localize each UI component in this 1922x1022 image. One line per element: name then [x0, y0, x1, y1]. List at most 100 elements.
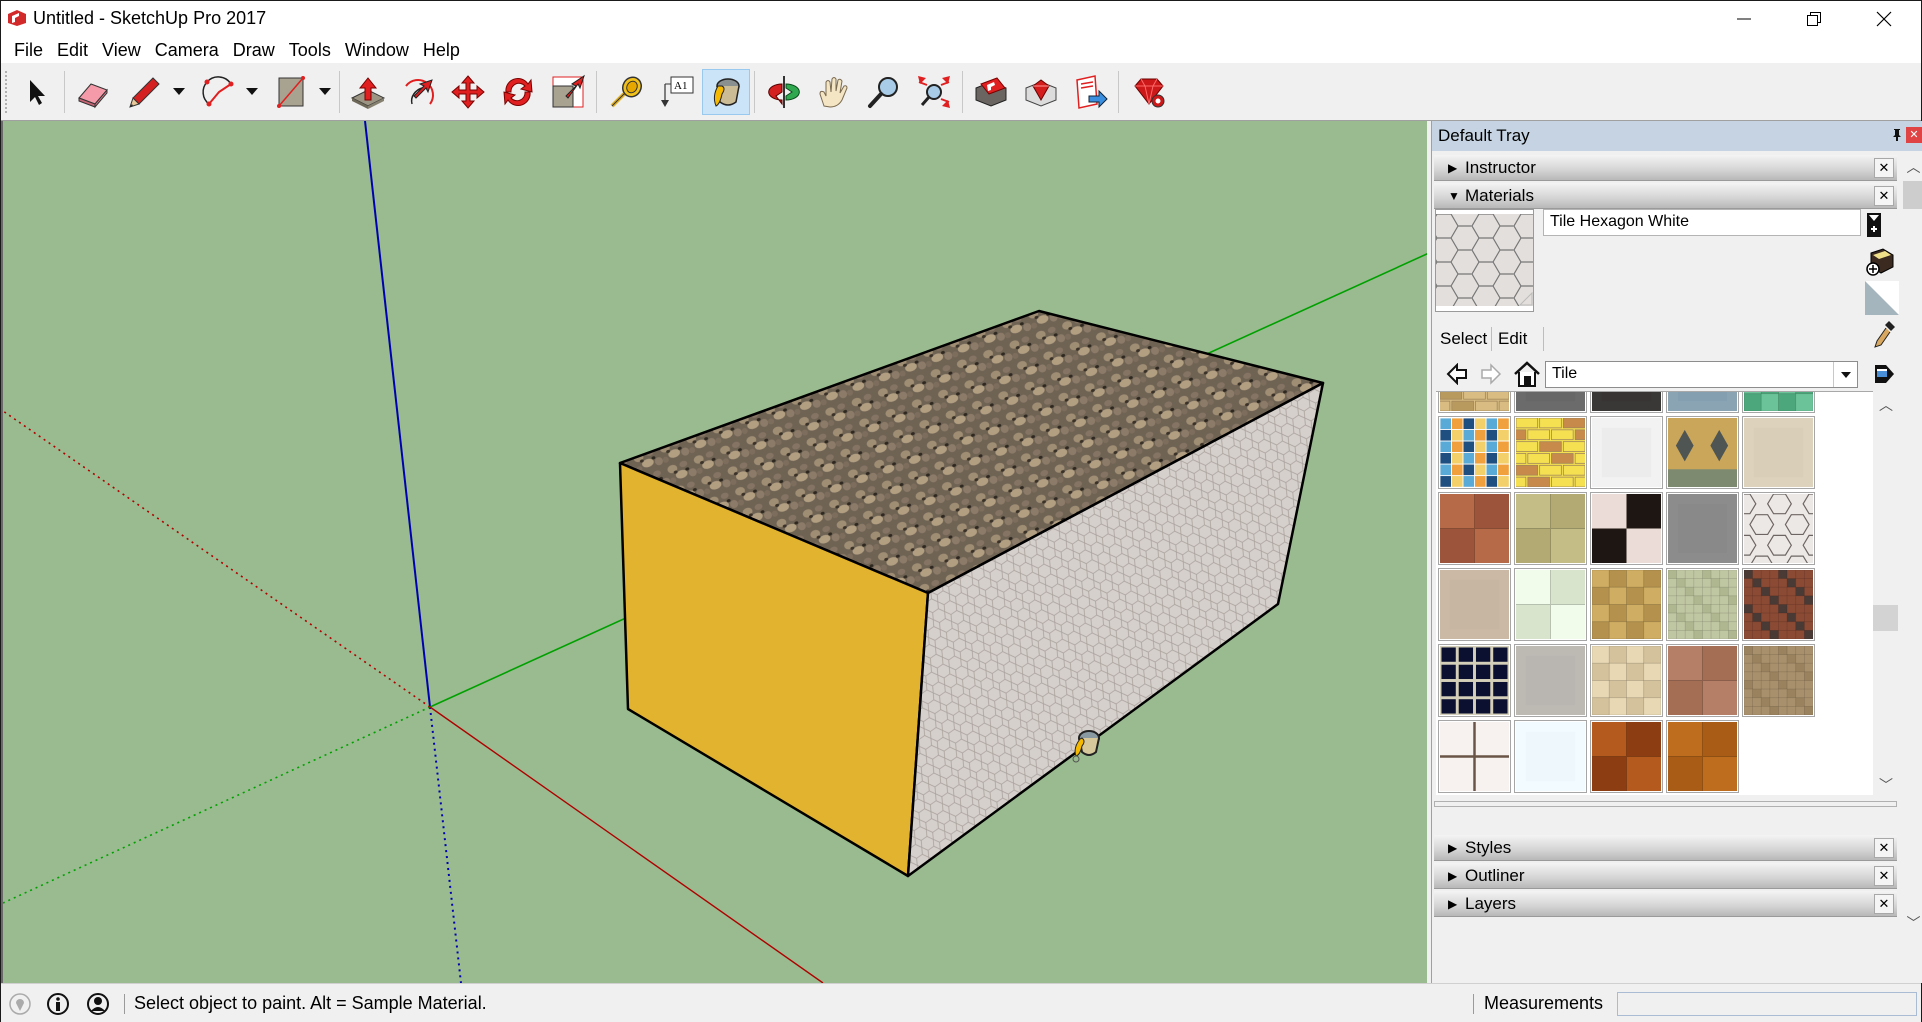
- tray-scrollbar[interactable]: ︿ ﹀: [1903, 151, 1922, 983]
- material-swatch[interactable]: [1742, 568, 1815, 641]
- panel-close-button[interactable]: ✕: [1874, 866, 1894, 886]
- swatch-scroll-thumb[interactable]: [1873, 605, 1898, 631]
- material-swatch[interactable]: [1590, 416, 1663, 489]
- material-swatch[interactable]: [1438, 416, 1511, 489]
- sample-paint-button[interactable]: [1873, 319, 1897, 354]
- material-swatch[interactable]: [1590, 720, 1663, 793]
- material-swatch[interactable]: [1666, 644, 1739, 717]
- forward-arrow-icon[interactable]: [1480, 363, 1502, 385]
- line-tool-dropdown[interactable]: [171, 69, 187, 115]
- material-swatch[interactable]: [1666, 492, 1739, 565]
- library-select[interactable]: Tile: [1545, 361, 1858, 388]
- pan-tool-button[interactable]: [810, 69, 858, 115]
- pin-icon[interactable]: [1890, 128, 1904, 142]
- extension-manager-button[interactable]: [1125, 69, 1173, 115]
- menu-tools[interactable]: Tools: [282, 37, 338, 63]
- tab-edit[interactable]: Edit: [1494, 327, 1544, 351]
- push-pull-tool-button[interactable]: [344, 69, 392, 115]
- extension-warehouse-button[interactable]: [1017, 69, 1065, 115]
- scale-tool-button[interactable]: [544, 69, 592, 115]
- orbit-tool-button[interactable]: [760, 69, 808, 115]
- back-arrow-icon[interactable]: [1446, 363, 1468, 385]
- arc-tool-button[interactable]: [195, 69, 243, 115]
- home-icon[interactable]: [1513, 360, 1541, 388]
- follow-me-tool-button[interactable]: [394, 69, 442, 115]
- material-swatch[interactable]: [1666, 416, 1739, 489]
- panel-instructor[interactable]: ▶ Instructor ✕: [1434, 155, 1897, 181]
- material-swatch[interactable]: [1514, 720, 1587, 793]
- material-swatch[interactable]: [1742, 644, 1815, 717]
- material-swatch[interactable]: [1666, 720, 1739, 793]
- scroll-down-icon[interactable]: ﹀: [1906, 916, 1921, 930]
- material-swatch[interactable]: [1503, 416, 1610, 489]
- close-window-button[interactable]: [1849, 1, 1919, 37]
- material-swatch[interactable]: [1438, 644, 1511, 717]
- move-tool-button[interactable]: [444, 69, 492, 115]
- swatch-scrollbar[interactable]: ︿ ﹀: [1873, 391, 1898, 795]
- arc-tool-dropdown[interactable]: [244, 69, 260, 115]
- panel-outliner[interactable]: ▶ Outliner ✕: [1434, 863, 1897, 889]
- paint-bucket-tool-button[interactable]: [702, 69, 750, 115]
- display-secondary-pane-button[interactable]: [1865, 213, 1895, 242]
- menu-draw[interactable]: Draw: [226, 37, 282, 63]
- zoom-tool-button[interactable]: [860, 69, 908, 115]
- material-preview-swatch[interactable]: [1435, 209, 1534, 312]
- material-swatch[interactable]: [1590, 644, 1663, 717]
- panel-close-button[interactable]: ✕: [1874, 838, 1894, 858]
- geo-location-icon[interactable]: [9, 993, 31, 1015]
- instructor-info-icon[interactable]: [47, 993, 69, 1015]
- default-material-button[interactable]: [1865, 281, 1899, 320]
- tab-select[interactable]: Select: [1436, 327, 1493, 351]
- material-name-field[interactable]: Tile Hexagon White: [1543, 209, 1861, 236]
- menu-help[interactable]: Help: [416, 37, 467, 63]
- minimize-button[interactable]: [1709, 1, 1779, 37]
- 3d-warehouse-button[interactable]: [967, 69, 1015, 115]
- material-swatch[interactable]: [1590, 492, 1663, 565]
- toolbar-grip[interactable]: [5, 71, 8, 113]
- user-account-icon[interactable]: [87, 993, 109, 1015]
- material-swatch[interactable]: [1742, 416, 1815, 489]
- material-swatch[interactable]: [1514, 568, 1587, 641]
- material-swatch[interactable]: [1438, 720, 1511, 793]
- material-swatch[interactable]: [1590, 568, 1663, 641]
- material-swatch[interactable]: [1666, 392, 1739, 413]
- panel-close-button[interactable]: ✕: [1874, 894, 1894, 914]
- text-tool-button[interactable]: A1: [653, 69, 701, 115]
- share-model-button[interactable]: [1067, 69, 1115, 115]
- menu-window[interactable]: Window: [338, 37, 416, 63]
- menu-file[interactable]: File: [7, 37, 50, 63]
- line-tool-button[interactable]: [121, 69, 169, 115]
- material-swatch[interactable]: [1438, 492, 1511, 565]
- materials-resize-bar[interactable]: [1434, 801, 1897, 807]
- material-swatch[interactable]: [1438, 568, 1511, 641]
- panel-materials[interactable]: ▼ Materials ✕: [1434, 183, 1897, 209]
- menu-edit[interactable]: Edit: [50, 37, 95, 63]
- rectangle-tool-button[interactable]: [267, 69, 315, 115]
- rotate-tool-button[interactable]: [494, 69, 542, 115]
- menu-camera[interactable]: Camera: [148, 37, 226, 63]
- panel-styles[interactable]: ▶ Styles ✕: [1434, 835, 1897, 861]
- material-swatch[interactable]: [1695, 472, 1846, 577]
- menu-view[interactable]: View: [95, 37, 148, 63]
- create-material-button[interactable]: [1865, 247, 1895, 282]
- rectangle-tool-dropdown[interactable]: [317, 69, 333, 115]
- tray-close-button[interactable]: ✕: [1906, 127, 1922, 143]
- zoom-extents-tool-button[interactable]: [910, 69, 958, 115]
- modeling-viewport[interactable]: [1, 121, 1427, 983]
- details-arrow-icon[interactable]: [1872, 362, 1896, 386]
- material-swatch[interactable]: [1590, 392, 1663, 413]
- panel-close-button[interactable]: ✕: [1874, 186, 1894, 206]
- scroll-up-icon[interactable]: ︿: [1906, 160, 1921, 174]
- material-swatch[interactable]: [1514, 392, 1587, 413]
- panel-layers[interactable]: ▶ Layers ✕: [1434, 891, 1897, 917]
- select-tool-button[interactable]: [12, 69, 60, 115]
- tray-scroll-thumb[interactable]: [1903, 181, 1922, 209]
- panel-close-button[interactable]: ✕: [1874, 158, 1894, 178]
- tape-measure-tool-button[interactable]: [602, 69, 650, 115]
- scroll-up-icon[interactable]: ︿: [1879, 395, 1893, 415]
- material-swatch[interactable]: [1436, 392, 1534, 413]
- scroll-down-icon[interactable]: ﹀: [1879, 775, 1893, 795]
- material-swatch[interactable]: [1514, 644, 1587, 717]
- box-geometry[interactable]: [618, 309, 1325, 878]
- material-swatch[interactable]: [1514, 492, 1587, 565]
